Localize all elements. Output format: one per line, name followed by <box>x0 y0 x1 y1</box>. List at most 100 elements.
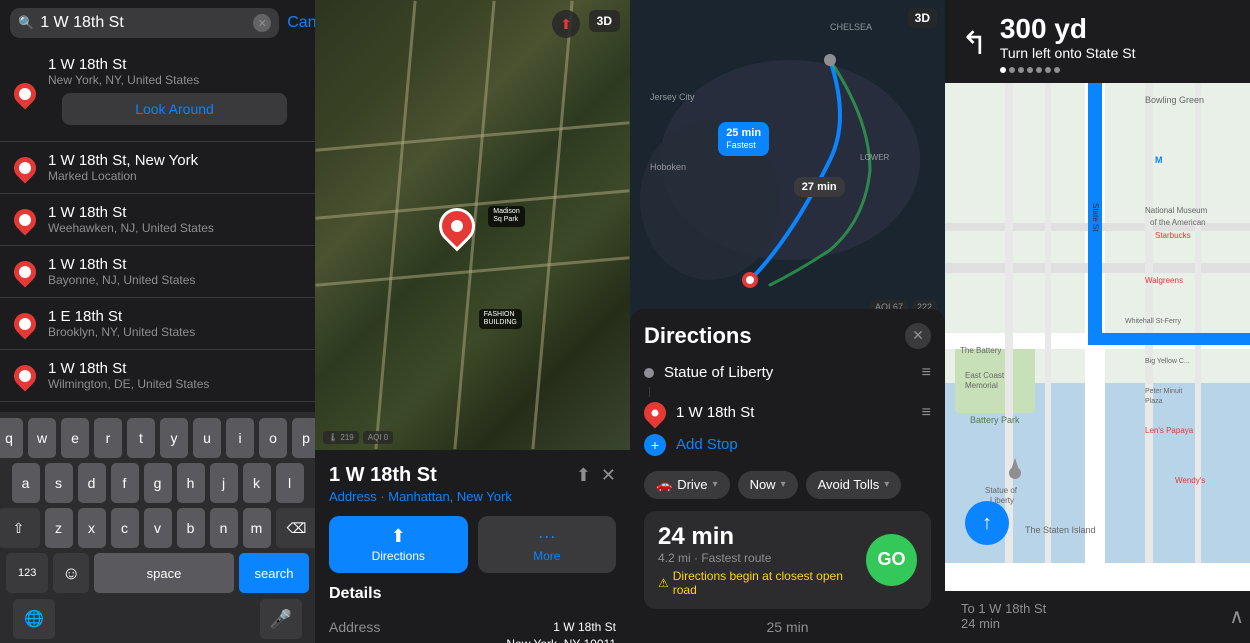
key-w[interactable]: w <box>28 418 56 458</box>
route-time: 24 min <box>658 523 866 551</box>
key-s[interactable]: s <box>45 463 73 503</box>
svg-text:Walgreens: Walgreens <box>1145 276 1183 285</box>
svg-text:The Staten Island: The Staten Island <box>1025 525 1096 535</box>
compass-icon[interactable]: ⬆ <box>552 10 580 38</box>
list-item[interactable]: 1 W 18th St Bayonne, NJ, United States <box>0 246 315 298</box>
key-o[interactable]: o <box>259 418 287 458</box>
key-b[interactable]: b <box>177 508 205 548</box>
search-input-wrapper[interactable]: 🔍 1 W 18th St ✕ <box>10 8 279 38</box>
to-reorder-handle[interactable]: ≡ <box>922 404 931 422</box>
key-delete[interactable]: ⌫ <box>276 508 318 548</box>
street <box>374 1 416 450</box>
key-z[interactable]: z <box>45 508 73 548</box>
svg-text:Whitehall St-Ferry: Whitehall St-Ferry <box>1125 318 1182 325</box>
svg-text:M: M <box>1155 155 1163 165</box>
chevron-down-icon: ▾ <box>713 479 718 490</box>
compass-arrow-icon: ↑ <box>982 512 992 535</box>
location-pin-icon <box>9 204 40 235</box>
nav-dot <box>1000 67 1006 73</box>
close-directions-button[interactable]: ✕ <box>905 323 931 349</box>
key-u[interactable]: u <box>193 418 221 458</box>
key-k[interactable]: k <box>243 463 271 503</box>
key-y[interactable]: y <box>160 418 188 458</box>
key-g[interactable]: g <box>144 463 172 503</box>
key-x[interactable]: x <box>78 508 106 548</box>
location-title: 1 W 18th St <box>329 464 437 487</box>
key-space[interactable]: space <box>94 553 234 593</box>
avoid-tolls-pill[interactable]: Avoid Tolls ▾ <box>806 471 902 499</box>
nav-compass-button[interactable]: ↑ <box>965 501 1009 545</box>
list-item[interactable]: 1 W 18th St Weehawken, NJ, United States <box>0 194 315 246</box>
nav-header: ↰ 300 yd Turn left onto State St <box>945 0 1250 83</box>
key-globe[interactable]: 🌐 <box>13 599 55 639</box>
key-mic[interactable]: 🎤 <box>260 599 302 639</box>
to-label: 1 W 18th St <box>676 404 912 421</box>
from-waypoint-icon <box>644 368 654 378</box>
location-subtitle: Address · Manhattan, New York <box>329 489 616 504</box>
key-emoji[interactable]: ☺ <box>53 553 89 593</box>
route-warning: ⚠ Directions begin at closest open road <box>658 569 866 597</box>
key-f[interactable]: f <box>111 463 139 503</box>
map-3d-button[interactable]: 3D <box>589 10 620 32</box>
address-label: Address <box>329 619 380 635</box>
svg-text:Battery Park: Battery Park <box>970 415 1020 425</box>
key-j[interactable]: j <box>210 463 238 503</box>
warning-icon: ⚠ <box>658 576 669 590</box>
key-i[interactable]: i <box>226 418 254 458</box>
list-item[interactable]: 1 W 18th St New York, NY, United States … <box>0 46 315 142</box>
road-map[interactable]: State St The Battery Bowling Green M Nat… <box>945 83 1250 565</box>
key-n[interactable]: n <box>210 508 238 548</box>
aqi-badge: AQI 0 <box>363 431 393 444</box>
location-pin-icon <box>9 308 40 339</box>
add-stop-row[interactable]: + Add Stop <box>644 429 931 461</box>
now-pill[interactable]: Now ▾ <box>738 471 798 499</box>
go-button[interactable]: GO <box>866 534 917 586</box>
route-map-3d-button[interactable]: 3D <box>908 8 937 28</box>
from-reorder-handle[interactable]: ≡ <box>922 364 931 382</box>
key-h[interactable]: h <box>177 463 205 503</box>
route-meta: 4.2 mi · Fastest route <box>658 551 866 565</box>
nav-expand-button[interactable]: ∧ <box>1229 604 1244 629</box>
result-title: 1 W 18th St, New York <box>48 152 301 169</box>
key-m[interactable]: m <box>243 508 271 548</box>
key-e[interactable]: e <box>61 418 89 458</box>
transport-options: 🚗 Drive ▾ Now ▾ Avoid Tolls ▾ <box>644 471 931 499</box>
temperature-badge: 🌡 219 <box>323 431 359 444</box>
fashion-building-label: FASHIONBUILDING <box>479 309 522 330</box>
location-actions: ⬆ ✕ <box>576 465 616 486</box>
address-row: Address 1 W 18th StNew York, NY 10011Uni… <box>329 611 616 643</box>
drive-pill[interactable]: 🚗 Drive ▾ <box>644 471 730 499</box>
add-stop-label: Add Stop <box>676 436 738 453</box>
key-v[interactable]: v <box>144 508 172 548</box>
result-subtitle: Brooklyn, NY, United States <box>48 325 301 339</box>
result-title: 1 W 18th St <box>48 204 301 221</box>
search-input[interactable]: 1 W 18th St <box>40 14 247 32</box>
result-subtitle: Weehawken, NJ, United States <box>48 221 301 235</box>
key-l[interactable]: l <box>276 463 304 503</box>
key-a[interactable]: a <box>12 463 40 503</box>
share-button[interactable]: ⬆ <box>576 465 591 486</box>
close-button[interactable]: ✕ <box>601 465 616 486</box>
key-t[interactable]: t <box>127 418 155 458</box>
key-q[interactable]: q <box>0 418 23 458</box>
nav-dot <box>1036 67 1042 73</box>
location-detail: 1 W 18th St ⬆ ✕ Address · Manhattan, New… <box>315 450 630 643</box>
list-item[interactable]: 1 E 18th St Brooklyn, NY, United States <box>0 298 315 350</box>
key-d[interactable]: d <box>78 463 106 503</box>
svg-text:Wendy's: Wendy's <box>1175 476 1205 485</box>
list-item[interactable]: 1 W 18th St Wilmington, DE, United State… <box>0 350 315 402</box>
key-numbers[interactable]: 123 <box>6 553 48 593</box>
key-r[interactable]: r <box>94 418 122 458</box>
directions-button[interactable]: ⬆ Directions <box>329 516 468 573</box>
address-value: 1 W 18th StNew York, NY 10011United Stat… <box>506 619 616 643</box>
list-item[interactable]: 1 W 18th St, New York Marked Location <box>0 142 315 194</box>
more-button[interactable]: ··· More <box>478 516 617 573</box>
clear-button[interactable]: ✕ <box>253 14 271 32</box>
key-c[interactable]: c <box>111 508 139 548</box>
list-item[interactable]: 1 W 18th St <box>0 402 315 412</box>
svg-text:State St: State St <box>1091 203 1100 232</box>
key-shift[interactable]: ⇧ <box>0 508 40 548</box>
look-around-button[interactable]: Look Around <box>62 93 287 125</box>
search-key[interactable]: search <box>239 553 309 593</box>
route-map[interactable]: Hoboken Jersey City CHELSEA LOWEREAST SI… <box>630 0 945 322</box>
